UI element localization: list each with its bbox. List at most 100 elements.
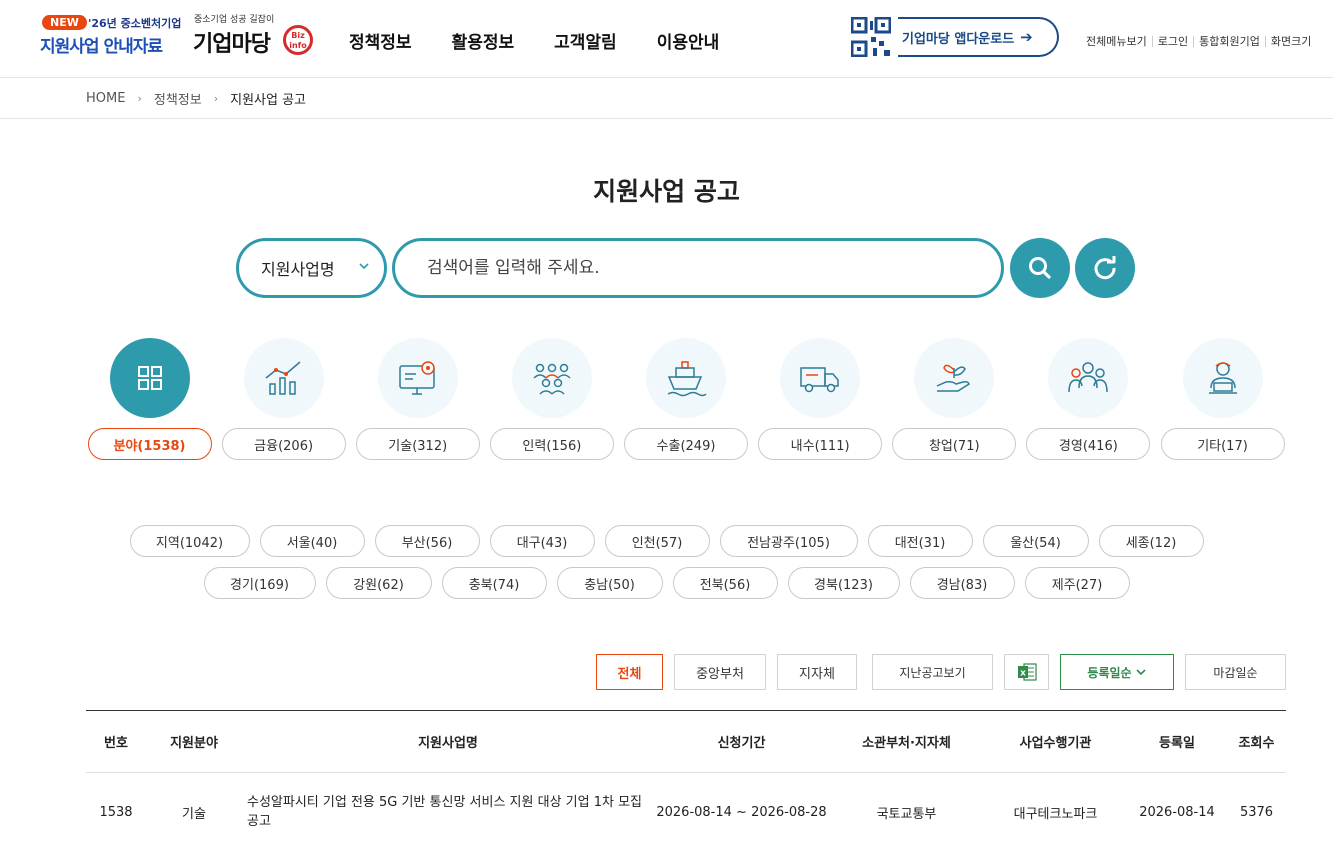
region-gangwon[interactable]: 강원(62) [325, 567, 432, 599]
refresh-icon [1094, 256, 1116, 280]
category-etc[interactable]: 기타(17) [1159, 338, 1286, 460]
region-daejeon[interactable]: 대전(31) [867, 525, 973, 557]
sort-by-registration-button[interactable]: 등록일순 [1060, 654, 1174, 690]
reset-button[interactable] [1075, 238, 1135, 298]
sort-reg-label: 등록일순 [1087, 665, 1132, 680]
category-finance[interactable]: 금융(206) [220, 338, 347, 460]
category-label: 수출(249) [624, 428, 748, 460]
svg-text:x: x [1020, 669, 1026, 679]
util-all-menu[interactable]: 전체메뉴보기 [1086, 33, 1147, 49]
search-icon [1029, 257, 1051, 279]
category-icon-wrap [780, 338, 861, 418]
region-ulsan[interactable]: 울산(54) [982, 525, 1089, 557]
crumb-policy[interactable]: 정책정보 [154, 89, 202, 108]
category-export[interactable]: 수출(249) [623, 338, 750, 460]
region-list-row1: 지역(1042) 서울(40) 부산(56) 대구(43) 인천(57) 전남광… [0, 525, 1333, 557]
nav-guide[interactable]: 이용안내 [657, 28, 720, 53]
promo-banner[interactable]: NEW '26년 중소벤처기업 지원사업 안내자료 [40, 12, 188, 58]
region-jeonnam-gwangju[interactable]: 전남광주(105) [719, 525, 858, 557]
region-chungbuk[interactable]: 충북(74) [441, 567, 547, 599]
nav-policy[interactable]: 정책정보 [349, 28, 412, 53]
utility-menu: 전체메뉴보기 로그인 통합회원기업 화면크기 [1086, 33, 1311, 49]
nav-notice[interactable]: 고객알림 [554, 28, 617, 53]
search-button[interactable] [1010, 238, 1070, 298]
region-jeonbuk[interactable]: 전북(56) [672, 567, 778, 599]
region-seoul[interactable]: 서울(40) [259, 525, 365, 557]
region-busan[interactable]: 부산(56) [374, 525, 480, 557]
region-incheon[interactable]: 인천(57) [604, 525, 710, 557]
region-gyeonggi[interactable]: 경기(169) [203, 567, 316, 599]
region-daegu[interactable]: 대구(43) [489, 525, 595, 557]
category-manpower[interactable]: 인력(156) [488, 338, 615, 460]
util-login[interactable]: 로그인 [1158, 33, 1188, 49]
util-zoom[interactable]: 화면크기 [1271, 33, 1311, 49]
table-row[interactable]: 1538 기술 수성알파시티 기업 전용 5G 기반 통신망 서비스 지원 대상… [86, 773, 1286, 851]
util-join[interactable]: 통합회원기업 [1199, 33, 1260, 49]
monitor-gear-icon [399, 361, 435, 395]
page-title: 지원사업 공고 [593, 177, 740, 206]
search-type-select[interactable]: 지원사업명 [236, 238, 387, 298]
chevron-down-icon [359, 263, 369, 270]
col-reg-date: 등록일 [1159, 736, 1195, 751]
people-icon [533, 363, 571, 395]
chevron-down-icon [1136, 669, 1146, 676]
region-chungnam[interactable]: 충남(50) [556, 567, 663, 599]
category-icon-wrap [1048, 338, 1129, 418]
chevron-right-icon: › [213, 91, 219, 105]
category-icon-wrap [1182, 338, 1263, 418]
app-download-button[interactable]: 기업마당 앱다운로드 ➔ [898, 17, 1059, 57]
col-number: 번호 [104, 736, 128, 751]
category-tech[interactable]: 기술(312) [354, 338, 481, 460]
region-all[interactable]: 지역(1042) [129, 525, 250, 557]
sprout-hand-icon [936, 364, 971, 392]
region-gyeongnam[interactable]: 경남(83) [909, 567, 1015, 599]
category-label: 기술(312) [355, 428, 480, 460]
region-sejong[interactable]: 세종(12) [1098, 525, 1204, 557]
grid-icon [137, 366, 162, 390]
col-views: 조회수 [1238, 736, 1275, 751]
category-domestic[interactable]: 내수(111) [757, 338, 884, 460]
promo-title: 지원사업 안내자료 [40, 37, 163, 57]
filter-all[interactable]: 전체 [596, 654, 663, 690]
past-notices-button[interactable]: 지난공고보기 [872, 654, 993, 690]
filter-central[interactable]: 중앙부처 [674, 654, 766, 690]
business-team-icon [1068, 362, 1109, 393]
logo-name: 기업마당 [193, 32, 271, 57]
category-label: 경영(416) [1026, 428, 1151, 460]
col-ministry: 소관부처·지자체 [862, 736, 951, 751]
cell-period: 2026-08-14 ~ 2026-08-28 [656, 804, 827, 820]
ship-icon [667, 361, 707, 397]
cell-views: 5376 [1239, 804, 1274, 820]
table-header: 번호 지원분야 지원사업명 신청기간 소관부처·지자체 사업수행기관 등록일 조… [86, 711, 1286, 773]
col-period: 신청기간 [717, 736, 766, 751]
filter-bar: 전체 중앙부처 지자체 지난공고보기 x 등록일순 마감일순 [0, 654, 1333, 690]
filter-local[interactable]: 지자체 [777, 654, 857, 690]
nav-usage[interactable]: 활용정보 [452, 28, 515, 53]
cell-title-link[interactable]: 수성알파시티 기업 전용 5G 기반 통신망 서비스 지원 대상 기업 1차 모… [242, 793, 654, 831]
excel-download-button[interactable]: x [1004, 654, 1049, 690]
region-jeju[interactable]: 제주(27) [1024, 567, 1130, 599]
logo-tagline: 중소기업 성공 길잡이 [194, 15, 275, 25]
qr-code-icon [851, 17, 891, 57]
search-input[interactable] [392, 238, 1004, 298]
category-label: 내수(111) [758, 428, 883, 460]
main-nav: 정책정보 활용정보 고객알림 이용안내 [349, 28, 719, 53]
badge-line2: info [289, 41, 307, 50]
region-gyeongbuk[interactable]: 경북(123) [787, 567, 900, 599]
app-download-label: 기업마당 앱다운로드 [902, 31, 1015, 47]
site-logo[interactable]: 중소기업 성공 길잡이 기업마당 Biz info [193, 12, 318, 60]
region-list-row2: 경기(169) 강원(62) 충북(74) 충남(50) 전북(56) 경북(1… [0, 567, 1333, 599]
col-title: 지원사업명 [418, 736, 478, 751]
category-label: 인력(156) [489, 428, 614, 460]
category-startup[interactable]: 창업(71) [891, 338, 1018, 460]
category-icon-wrap [109, 338, 190, 418]
col-field: 지원분야 [170, 736, 218, 751]
chart-icon [265, 361, 301, 395]
crumb-home[interactable]: HOME [86, 91, 125, 106]
sort-by-deadline-button[interactable]: 마감일순 [1185, 654, 1286, 690]
category-all[interactable]: 분야(1538) [86, 338, 213, 460]
crumb-current: 지원사업 공고 [230, 92, 307, 108]
category-management[interactable]: 경영(416) [1025, 338, 1152, 460]
category-icon-wrap [511, 338, 592, 418]
chevron-right-icon: › [137, 91, 142, 105]
